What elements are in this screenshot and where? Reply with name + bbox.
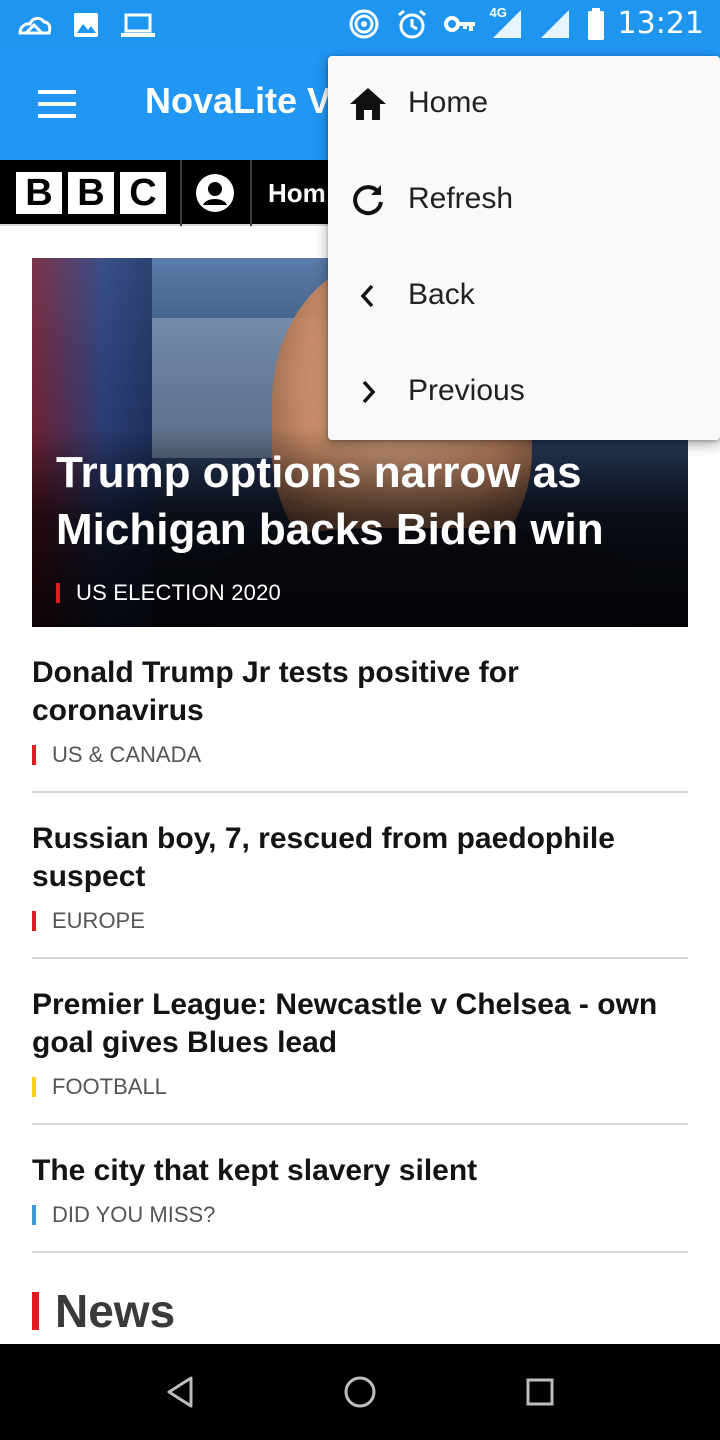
- bbc-home-link[interactable]: Hom: [268, 178, 326, 209]
- chevron-right-icon: [348, 372, 388, 412]
- signal-4g-icon: 4G: [489, 4, 526, 41]
- story-headline: Donald Trump Jr tests positive for coron…: [32, 656, 519, 727]
- laptop-icon: [120, 8, 156, 42]
- story-item[interactable]: The city that kept slavery silent DID YO…: [32, 1152, 688, 1253]
- bbc-logo[interactable]: B B C: [16, 172, 166, 214]
- recents-square-icon[interactable]: [520, 1372, 560, 1412]
- story-tag: FOOTBALL: [32, 1074, 688, 1100]
- tag-accent-bar: [32, 911, 36, 931]
- back-triangle-icon[interactable]: [160, 1372, 200, 1412]
- bbc-logo-letter: C: [120, 172, 166, 214]
- tag-accent-bar: [56, 583, 60, 603]
- story-tag-label: US & CANADA: [52, 742, 202, 767]
- story-tag-label: EUROPE: [52, 908, 145, 933]
- tag-accent-bar: [32, 745, 36, 765]
- menu-item-home[interactable]: Home: [328, 56, 720, 152]
- story-headline: The city that kept slavery silent: [32, 1154, 478, 1187]
- vpn-key-icon: [442, 7, 478, 41]
- network-type-label: 4G: [489, 4, 507, 20]
- signal-icon: [538, 7, 574, 41]
- menu-item-label: Home: [408, 86, 489, 119]
- hotspot-icon: [346, 7, 382, 41]
- story-tag-label: FOOTBALL: [52, 1074, 167, 1099]
- story-tag-label: DID YOU MISS?: [52, 1202, 216, 1227]
- chevron-left-icon: [348, 276, 388, 316]
- bbc-logo-letter: B: [16, 172, 62, 214]
- section-title: News: [55, 1285, 176, 1337]
- story-tag: DID YOU MISS?: [32, 1202, 688, 1228]
- divider: [180, 160, 182, 226]
- refresh-icon: [348, 180, 388, 220]
- menu-item-back[interactable]: Back: [328, 248, 720, 344]
- home-icon: [348, 84, 388, 124]
- account-icon[interactable]: [196, 174, 234, 212]
- menu-item-label: Refresh: [408, 182, 514, 215]
- menu-item-label: Back: [408, 278, 475, 311]
- divider: [250, 160, 252, 226]
- menu-item-refresh[interactable]: Refresh: [328, 152, 720, 248]
- section-accent-bar: [32, 1292, 39, 1330]
- image-icon: [68, 8, 104, 42]
- story-tag: EUROPE: [32, 908, 688, 934]
- story-item[interactable]: Premier League: Newcastle v Chelsea - ow…: [32, 986, 688, 1125]
- story-item[interactable]: Russian boy, 7, rescued from paedophile …: [32, 820, 688, 959]
- overflow-menu: Home Refresh Back Previous: [328, 56, 720, 440]
- tag-accent-bar: [32, 1077, 36, 1097]
- story-tag: US & CANADA: [32, 742, 688, 768]
- app-title: NovaLite V: [145, 80, 332, 121]
- story-headline: Premier League: Newcastle v Chelsea - ow…: [32, 988, 658, 1059]
- hamburger-menu-icon[interactable]: [34, 86, 78, 122]
- story-item[interactable]: Donald Trump Jr tests positive for coron…: [32, 654, 688, 793]
- cloud-icon: [16, 8, 52, 42]
- menu-item-label: Previous: [408, 374, 525, 407]
- status-bar: 4G 13:21: [0, 0, 720, 48]
- status-time: 13:21: [617, 6, 704, 41]
- hero-tag: US ELECTION 2020: [56, 580, 281, 606]
- tag-accent-bar: [32, 1205, 36, 1225]
- hero-headline: Trump options narrow as Michigan backs B…: [56, 448, 604, 554]
- story-headline: Russian boy, 7, rescued from paedophile …: [32, 822, 615, 893]
- alarm-icon: [394, 7, 430, 41]
- hero-tag-label: US ELECTION 2020: [76, 580, 281, 605]
- system-nav-bar: [0, 1344, 720, 1440]
- section-header: News: [32, 1284, 175, 1338]
- home-circle-icon[interactable]: [340, 1372, 380, 1412]
- menu-item-previous[interactable]: Previous: [328, 344, 720, 440]
- bbc-logo-letter: B: [68, 172, 114, 214]
- battery-icon: [586, 7, 606, 41]
